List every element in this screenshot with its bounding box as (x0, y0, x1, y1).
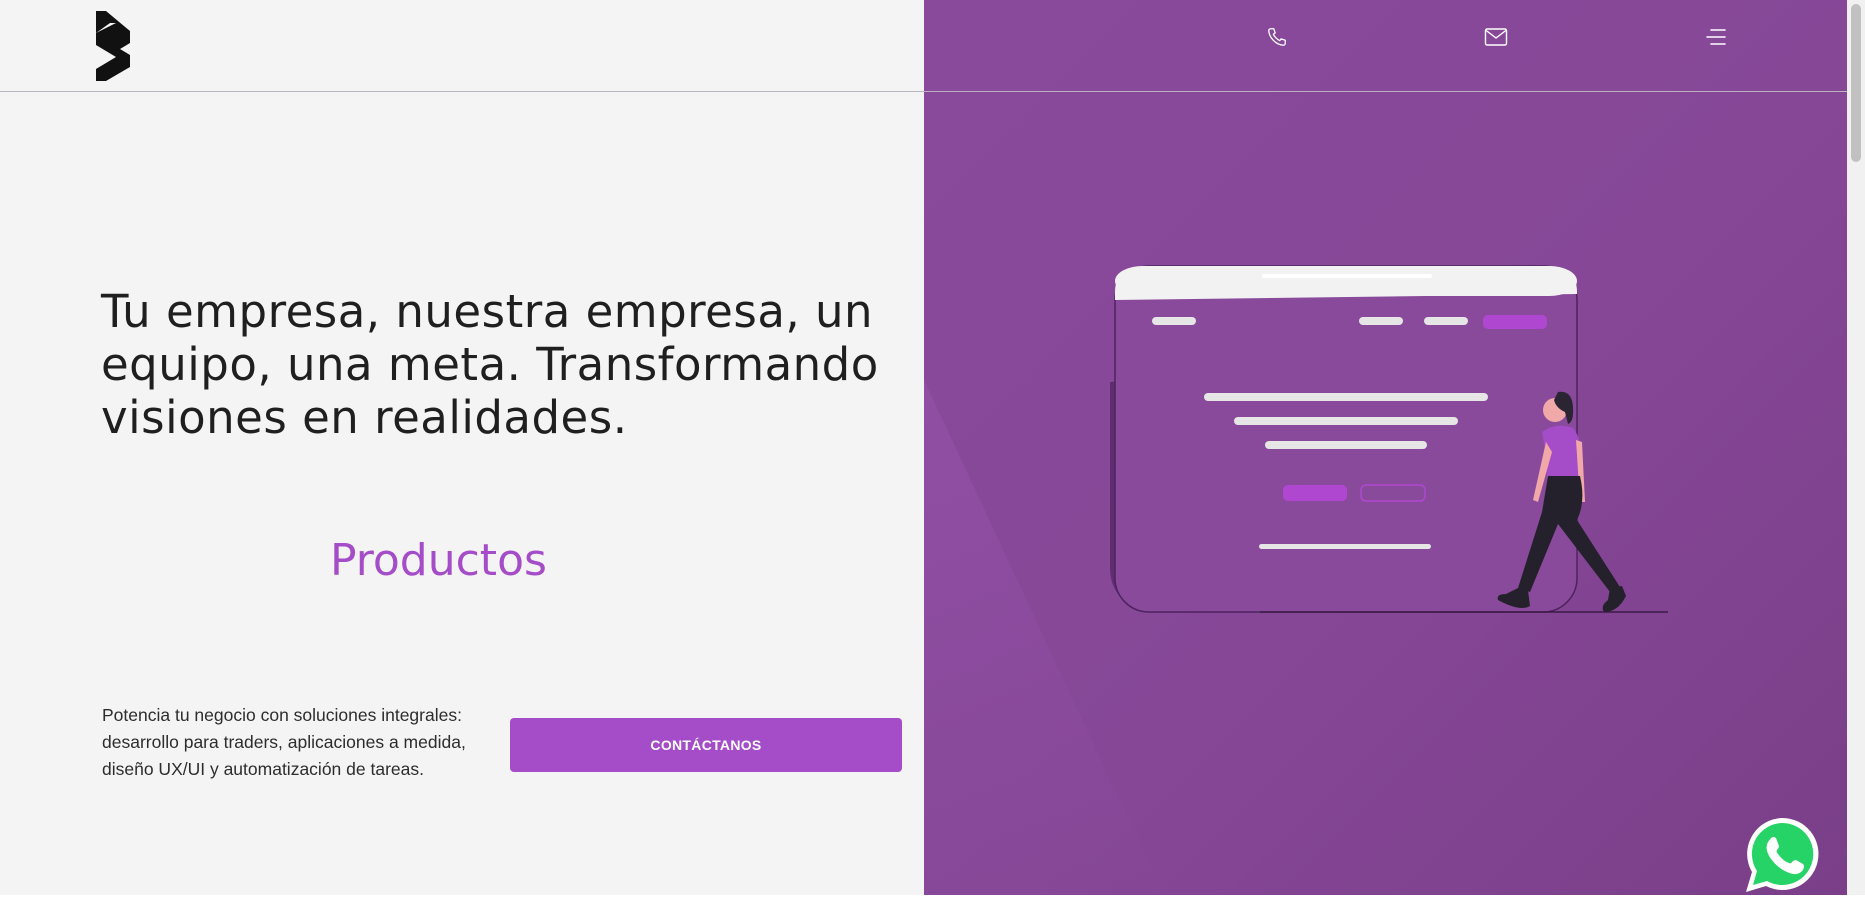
brand-logo-icon[interactable] (96, 11, 138, 81)
products-title: Productos (330, 535, 547, 586)
header-divider (0, 91, 1847, 92)
mail-icon[interactable] (1483, 24, 1509, 50)
page-bottom-edge (0, 895, 1865, 923)
scrollbar-thumb[interactable] (1851, 4, 1861, 162)
hero-description: Potencia tu negocio con soluciones integ… (102, 705, 466, 779)
hamburger-menu-icon[interactable] (1703, 24, 1729, 50)
whatsapp-icon[interactable] (1744, 816, 1820, 892)
hero-headline: Tu empresa, nuestra empresa, un equipo, … (101, 285, 879, 444)
contact-button[interactable]: CONTÁCTANOS (510, 718, 902, 772)
phone-icon[interactable] (1264, 24, 1290, 50)
website-illustration (1110, 265, 1668, 613)
